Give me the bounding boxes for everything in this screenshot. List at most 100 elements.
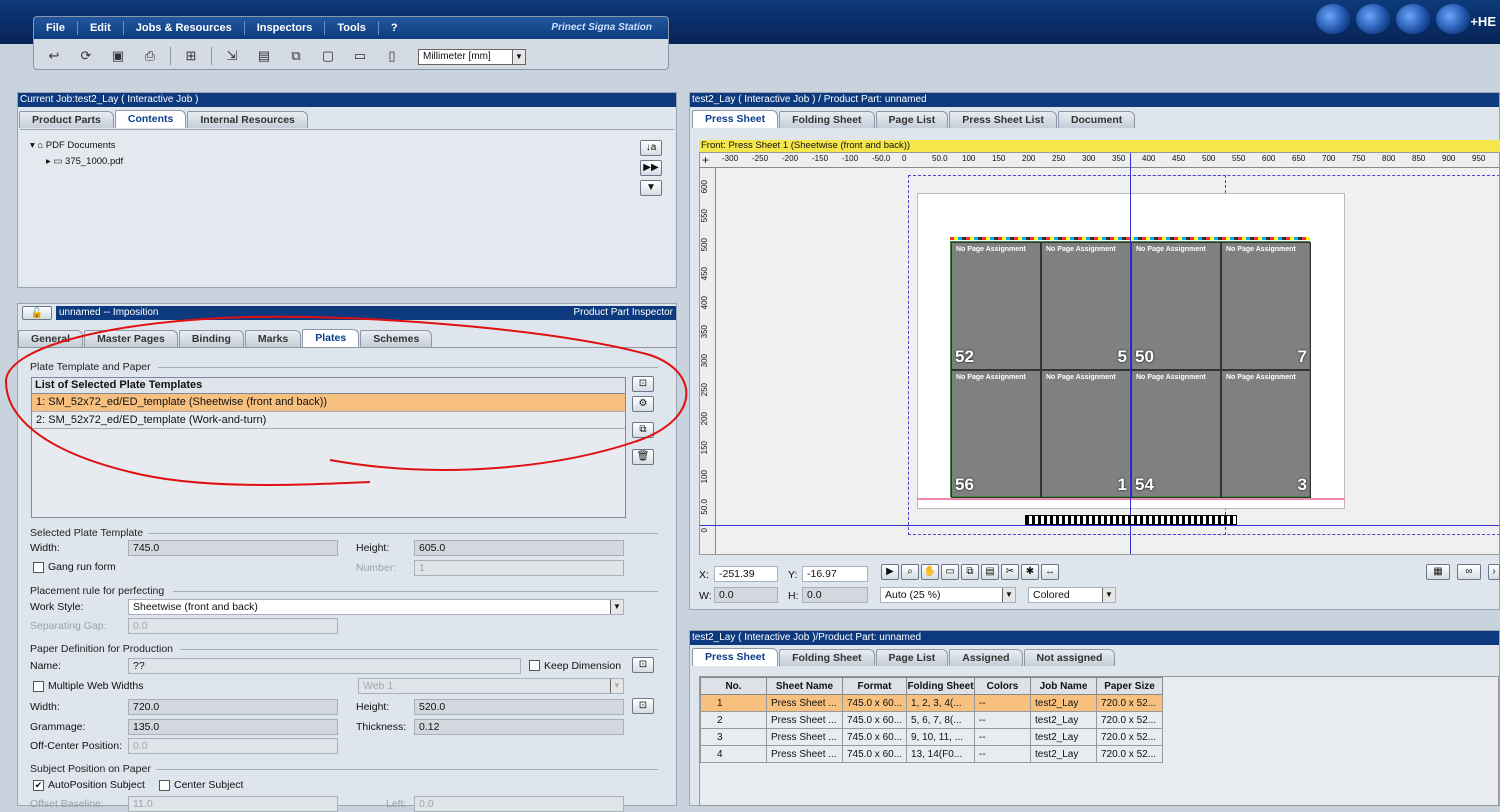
gap-field[interactable]: 0.0 (128, 618, 338, 634)
paper-dim-icon[interactable]: ⊡ (632, 698, 654, 714)
sheet-canvas[interactable]: -300 -250 -200 -150 -100 -50.0 0 50.0 100 150 200 2… (699, 152, 1500, 555)
page-cell[interactable]: No Page Assignment 1 (1041, 370, 1131, 498)
tab-page-list[interactable]: Page List (875, 111, 949, 128)
tab-folding-sheet[interactable]: Folding Sheet (779, 649, 875, 666)
back-icon[interactable]: ↩ (42, 46, 66, 66)
link-icon[interactable]: ∞ (1457, 564, 1481, 580)
x-field[interactable]: -251.39 (714, 566, 778, 582)
left-field[interactable]: 0.0 (414, 796, 624, 812)
table-header[interactable]: Sheet Name (766, 677, 843, 695)
zoom-select[interactable]: Auto (25 %) ▼ (880, 587, 1016, 603)
tab-general[interactable]: General (18, 330, 84, 347)
page-cell[interactable]: No Page Assignment 3 (1221, 370, 1311, 498)
table-row[interactable]: 1 Press Sheet ... 745.0 x 60... 1, 2, 3, 4(… (700, 694, 1163, 712)
document-icon[interactable]: ▤ (252, 46, 276, 66)
bug-icon[interactable]: ✱ (1021, 564, 1039, 580)
units-select[interactable]: Millimeter [mm] ▼ (418, 49, 526, 65)
table-header[interactable]: Paper Size (1096, 677, 1163, 695)
page-cell[interactable]: No Page Assignment 7 (1221, 242, 1311, 370)
scissors-icon[interactable]: ✂ (1001, 564, 1019, 580)
tab-internal-resources[interactable]: Internal Resources (187, 111, 308, 128)
grammage-field[interactable]: 135.0 (128, 719, 338, 735)
tab-contents[interactable]: Contents (114, 110, 187, 128)
multiple-web-checkbox[interactable] (33, 681, 44, 692)
layers-icon[interactable]: ▤ (981, 564, 999, 580)
offcenter-field[interactable]: 0.0 (128, 738, 338, 754)
list-item[interactable]: 1: SM_52x72_ed/ED_template (Sheetwise (f… (32, 394, 625, 412)
number-field[interactable]: 1 (414, 560, 624, 576)
paper-width-field[interactable]: 720.0 (128, 699, 338, 715)
orb-icon[interactable] (1316, 4, 1350, 34)
expand-icon[interactable]: ▼ (640, 180, 662, 196)
lock-icon[interactable]: 🔓 (22, 306, 52, 320)
tab-folding-sheet[interactable]: Folding Sheet (779, 111, 875, 128)
page-cell[interactable]: No Page Assignment 56 (951, 370, 1041, 498)
orb-icon[interactable] (1436, 4, 1470, 34)
tab-plates[interactable]: Plates (302, 329, 360, 347)
select-template-icon[interactable]: ⊡ (632, 376, 654, 392)
list-item[interactable]: 2: SM_52x72_ed/ED_template (Work-and-tur… (32, 412, 625, 429)
page-icon[interactable]: ▢ (316, 46, 340, 66)
page-cell[interactable]: No Page Assignment 52 (951, 242, 1041, 370)
paper-height-field[interactable]: 520.0 (414, 699, 624, 715)
gear-icon[interactable]: ⚙ (632, 396, 654, 412)
page-cell[interactable]: No Page Assignment 54 (1131, 370, 1221, 498)
thickness-field[interactable]: 0.12 (414, 719, 624, 735)
tree-root[interactable]: ▾ ⌂ PDF Documents (30, 140, 115, 151)
tab-press-sheet[interactable]: Press Sheet (692, 110, 779, 128)
tab-press-sheet[interactable]: Press Sheet (692, 648, 779, 666)
keep-dimension-checkbox[interactable] (529, 660, 540, 671)
menu-file[interactable]: File (34, 21, 78, 35)
pointer-icon[interactable]: ▶ (881, 564, 899, 580)
menu-jobs[interactable]: Jobs & Resources (124, 21, 245, 35)
sort-az-icon[interactable]: ↓a (640, 140, 662, 156)
export-icon[interactable]: ⇲ (220, 46, 244, 66)
file-icon[interactable]: ▯ (380, 46, 404, 66)
y-field[interactable]: -16.97 (802, 566, 868, 582)
tab-master-pages[interactable]: Master Pages (84, 330, 178, 347)
page-cell[interactable]: No Page Assignment 5 (1041, 242, 1131, 370)
table-header[interactable]: Format (842, 677, 907, 695)
orb-icon[interactable] (1356, 4, 1390, 34)
menu-edit[interactable]: Edit (78, 21, 124, 35)
zoom-icon[interactable]: ⌕ (901, 564, 919, 580)
tab-document[interactable]: Document (1057, 111, 1136, 128)
view-grid-icon[interactable]: ▦ (1426, 564, 1450, 580)
menu-inspectors[interactable]: Inspectors (245, 21, 326, 35)
gang-run-checkbox[interactable] (33, 562, 44, 573)
paper-name-field[interactable]: ?? (128, 658, 521, 674)
copy-icon[interactable]: ⧉ (632, 422, 654, 438)
tab-marks[interactable]: Marks (244, 330, 302, 347)
table-row[interactable]: 3 Press Sheet ... 745.0 x 60... 9, 10, 11, … (700, 728, 1163, 746)
menu-tools[interactable]: Tools (325, 21, 379, 35)
h-field[interactable]: 0.0 (802, 587, 868, 603)
orb-icon[interactable] (1396, 4, 1430, 34)
more-icon[interactable]: › (1488, 564, 1500, 580)
template-width-field[interactable]: 745.0 (128, 540, 338, 556)
tab-schemes[interactable]: Schemes (360, 330, 433, 347)
menu-help[interactable]: ? (379, 21, 410, 35)
paper-select-icon[interactable]: ⊡ (632, 657, 654, 673)
work-style-select[interactable]: Sheetwise (front and back) ▼ (128, 599, 624, 615)
table-header[interactable]: No. (700, 677, 767, 695)
tab-binding[interactable]: Binding (178, 330, 244, 347)
hand-icon[interactable]: ✋ (921, 564, 939, 580)
copy-icon[interactable]: ⧉ (961, 564, 979, 580)
trash-icon[interactable]: 🗑 (632, 449, 654, 465)
frame-icon[interactable]: ▭ (348, 46, 372, 66)
center-subject-checkbox[interactable] (159, 780, 170, 791)
w-field[interactable]: 0.0 (714, 587, 778, 603)
tree-child[interactable]: ▸ ▭ 375_1000.pdf (46, 156, 123, 167)
tab-product-parts[interactable]: Product Parts (19, 111, 114, 128)
baseline-field[interactable]: 11.0 (128, 796, 338, 812)
web-select[interactable]: Web 1 ▼ (358, 678, 624, 694)
save-icon[interactable]: ▣ (106, 46, 130, 66)
measure-icon[interactable]: ↔ (1041, 564, 1059, 580)
layout-icon[interactable]: ⊞ (179, 46, 203, 66)
table-header[interactable]: Job Name (1030, 677, 1097, 695)
refresh-icon[interactable]: ⟳ (74, 46, 98, 66)
table-row[interactable]: 2 Press Sheet ... 745.0 x 60... 5, 6, 7, 8(… (700, 711, 1163, 729)
auto-position-checkbox[interactable]: ✔ (33, 780, 44, 791)
print-icon[interactable]: ⎙ (138, 46, 162, 66)
template-height-field[interactable]: 605.0 (414, 540, 624, 556)
